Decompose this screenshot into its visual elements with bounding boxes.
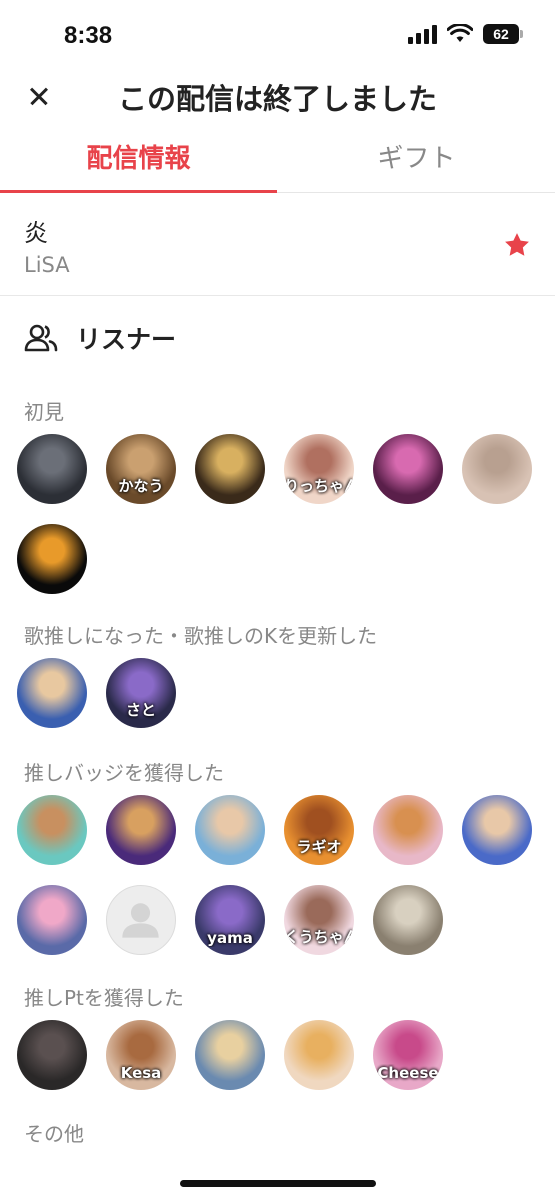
page-title: この配信は終了しました [117,82,437,116]
listener-avatar[interactable] [195,434,265,504]
star-icon[interactable] [503,231,531,259]
avatar-overlay-text: ラギオ [296,838,342,856]
listener-avatar[interactable] [373,795,443,865]
listener-avatar[interactable] [373,885,443,955]
section-label-first-time: 初見 [24,400,64,424]
listener-avatar[interactable] [462,795,532,865]
status-time: 8:38 [64,22,113,49]
listener-avatar[interactable]: yama [195,885,265,955]
song-info: 炎 LiSA [0,193,555,296]
avatar-group-badge: ラギオ yama くうちゃん [17,795,547,955]
cellular-signal-icon [408,24,437,44]
listener-avatar[interactable] [17,885,87,955]
avatar-group-first-time: かなう りっちゃん [17,434,547,594]
tab-stream-info[interactable]: 配信情報 [0,138,277,175]
avatar-overlay-text: yama [207,929,253,947]
listener-avatar[interactable] [284,1020,354,1090]
avatar-group-points: Kesa Cheese [17,1020,547,1090]
listener-avatar[interactable]: Cheese [373,1020,443,1090]
home-indicator [180,1180,376,1187]
section-label-points: 推しPtを獲得した [24,986,184,1010]
avatar-overlay-text: Cheese [377,1064,439,1082]
section-label-badge: 推しバッジを獲得した [24,761,224,785]
song-title: 炎 [24,219,48,247]
section-label-other: その他 [24,1122,84,1146]
users-icon [24,324,58,352]
header: この配信は終了しました [0,70,555,126]
listener-avatar[interactable]: さと [106,658,176,728]
listener-avatar[interactable] [17,1020,87,1090]
listener-avatar[interactable]: りっちゃん [284,434,354,504]
listener-avatar[interactable] [106,885,176,955]
listener-avatar[interactable]: かなう [106,434,176,504]
listener-avatar[interactable] [17,795,87,865]
avatar-overlay-text: かなう [118,477,164,495]
status-icons: 62 [408,24,523,44]
listener-avatar[interactable]: Kesa [106,1020,176,1090]
status-bar: 8:38 62 [0,0,555,70]
listener-avatar[interactable] [106,795,176,865]
battery-icon: 62 [483,24,523,44]
listeners-heading: リスナー [24,318,176,358]
listener-avatar[interactable] [17,434,87,504]
listeners-title: リスナー [76,325,177,354]
default-avatar-icon [122,903,159,938]
section-label-song-fan: 歌推しになった・歌推しのKを更新した [24,624,378,648]
listener-avatar[interactable] [462,434,532,504]
avatar-overlay-text: くうちゃん [284,928,354,946]
wifi-icon [447,24,473,42]
avatar-overlay-text: Kesa [120,1064,162,1082]
listener-avatar[interactable]: ラギオ [284,795,354,865]
tab-gift[interactable]: ギフト [278,138,555,175]
avatar-overlay-text: さと [125,701,156,719]
avatar-group-song-fan: さと [17,658,547,728]
tab-bar: 配信情報 ギフト [0,130,555,193]
listener-avatar[interactable] [373,434,443,504]
listener-avatar[interactable] [195,795,265,865]
listener-avatar[interactable] [195,1020,265,1090]
song-artist: LiSA [24,253,70,277]
listener-avatar[interactable] [17,524,87,594]
listener-avatar[interactable] [17,658,87,728]
listener-avatar[interactable]: くうちゃん [284,885,354,955]
avatar-overlay-text: りっちゃん [284,477,354,495]
